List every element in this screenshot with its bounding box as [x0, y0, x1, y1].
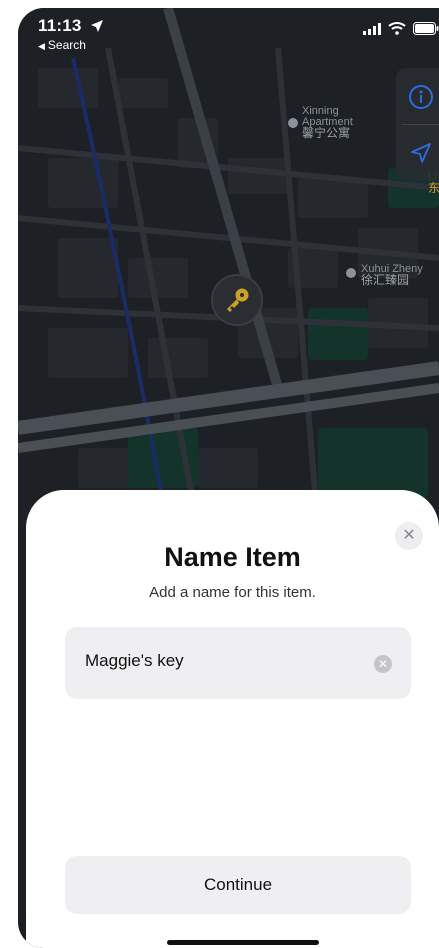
map-label-xuhui[interactable]: Xuhui Zheny 徐汇臻园 — [361, 264, 423, 287]
item-name-input[interactable] — [85, 651, 365, 671]
key-location-marker[interactable] — [211, 274, 263, 326]
location-arrow-icon — [91, 20, 103, 32]
back-to-search-link[interactable]: ◀ Search — [38, 38, 86, 52]
back-triangle-icon: ◀ — [38, 41, 45, 51]
name-item-sheet: ✕ Name Item Add a name for this item. ✕ … — [26, 490, 439, 948]
navigation-icon[interactable] — [410, 142, 432, 164]
wifi-icon — [388, 22, 406, 35]
clear-text-button[interactable]: ✕ — [374, 655, 392, 673]
home-indicator[interactable] — [167, 940, 319, 945]
signal-icon — [363, 23, 381, 35]
map-controls-divider — [402, 124, 439, 125]
map-label-xinning[interactable]: Xinning Apartment 馨宁公寓 — [302, 106, 353, 140]
poi-dot-xinning — [288, 118, 298, 128]
sheet-title: Name Item — [164, 542, 301, 572]
phone-screen: Xinning Apartment 馨宁公寓 Xuhui Zheny 徐汇臻园 … — [18, 8, 439, 948]
status-bar: 11:13 ◀ Search — [18, 8, 439, 56]
poi-dot-xuhui — [346, 268, 356, 278]
info-icon[interactable] — [408, 84, 434, 110]
sheet-subtitle: Add a name for this item. — [149, 584, 316, 601]
continue-button[interactable]: Continue — [65, 856, 411, 914]
key-icon — [227, 288, 249, 312]
status-time: 11:13 — [38, 16, 82, 35]
map-controls — [396, 68, 439, 180]
battery-icon — [413, 22, 439, 35]
clear-icon: ✕ — [377, 657, 389, 671]
item-name-field[interactable]: ✕ — [65, 627, 411, 699]
